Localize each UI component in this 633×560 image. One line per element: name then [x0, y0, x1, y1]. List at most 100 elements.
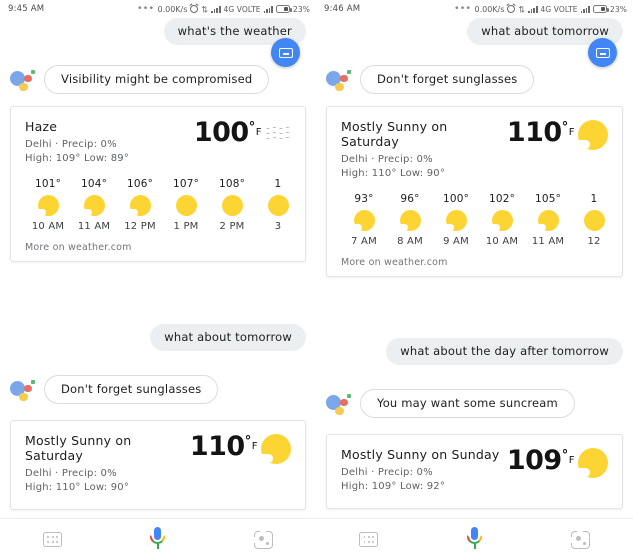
sun-cloud-icon: [442, 210, 467, 231]
temperature-value: 100: [193, 117, 249, 148]
temperature-value: 110: [189, 431, 245, 462]
hourly-item: 96° 8 AM: [387, 193, 433, 247]
sun-cloud-icon: [488, 210, 513, 231]
apps-icon: [43, 532, 63, 547]
hourly-label: 3: [274, 221, 282, 232]
network-type: 4G VOLTE: [540, 4, 578, 14]
status-bar: 9:46 AM ••• 0.00K/s ⇅ 4G VOLTE 23%: [316, 0, 633, 18]
hourly-label: 12 PM: [124, 221, 156, 232]
hourly-item: 107° 1 PM: [163, 178, 209, 232]
sun-cloud-icon: [350, 210, 375, 231]
assistant-reply-bubble: You may want some suncream: [360, 389, 575, 418]
degree-symbol: °: [561, 448, 569, 463]
network-type: 4G VOLTE: [223, 4, 261, 14]
weather-location-precip: Delhi · Precip: 0%: [341, 154, 433, 165]
weather-condition: Mostly Sunny on Saturday: [25, 433, 132, 463]
hourly-label: 11 AM: [531, 236, 565, 247]
temperature-unit: F: [251, 441, 258, 452]
weather-source-link[interactable]: More on weather.com: [25, 242, 291, 253]
weather-card[interactable]: Mostly Sunny on Saturday Delhi · Precip:…: [10, 420, 306, 510]
user-message-row: what about tomorrow: [326, 18, 623, 67]
panel-bottom-right: what about the day after tomorrow You ma…: [316, 310, 633, 560]
data-transfer-icon: ⇅: [518, 4, 526, 14]
weather-source-link[interactable]: More on weather.com: [341, 257, 608, 268]
weather-location-precip: Delhi · Precip: 0%: [341, 467, 433, 478]
hourly-temp: 106°: [126, 178, 154, 190]
weather-condition: Haze: [25, 119, 58, 134]
hourly-label: 10 AM: [485, 236, 519, 247]
screenshot-grid: 9:45 AM ••• 0.00K/s ⇅ 4G VOLTE 23% what'…: [0, 0, 633, 560]
haze-icon: [265, 120, 291, 142]
nav-mic-button[interactable]: [422, 526, 528, 553]
google-lens-icon: [252, 529, 273, 549]
bottom-navigation: [316, 518, 633, 560]
sun-icon: [221, 195, 243, 216]
alarm-icon: [507, 5, 516, 13]
alarm-icon: [190, 5, 199, 13]
hourly-label: 7 AM: [351, 236, 377, 247]
hourly-forecast: 93° 7 AM 96° 8 AM 100° 9 AM 102° 10 AM 1…: [341, 193, 608, 247]
hourly-temp: 1: [590, 193, 598, 205]
weather-condition: Mostly Sunny on Saturday: [341, 119, 448, 149]
weather-condition: Mostly Sunny on Sunday: [341, 447, 500, 462]
keyboard-icon: [595, 47, 610, 58]
degree-symbol: °: [248, 120, 256, 135]
keyboard-icon: [278, 47, 293, 58]
bottom-navigation: [0, 518, 316, 560]
battery-percent: 23%: [293, 4, 310, 14]
hourly-temp: 93°: [354, 193, 374, 205]
status-time: 9:45 AM: [8, 4, 45, 14]
battery-percent: 23%: [610, 4, 627, 14]
weather-card[interactable]: Mostly Sunny on Sunday Delhi · Precip: 0…: [326, 434, 623, 509]
nav-lens-button[interactable]: [527, 529, 633, 549]
weather-high-low: High: 110° Low: 90°: [341, 168, 446, 179]
hourly-temp: 105°: [534, 193, 562, 205]
weather-location-precip: Delhi · Precip: 0%: [25, 139, 117, 150]
degree-symbol: °: [244, 434, 252, 449]
network-speed: 0.00K/s: [474, 4, 505, 14]
hourly-forecast: 101° 10 AM 104° 11 AM 106° 12 PM 107° 1 …: [25, 178, 291, 232]
hourly-label: 8 AM: [397, 236, 423, 247]
weather-temperature: 109 ° F: [507, 447, 575, 476]
nav-lens-button[interactable]: [211, 529, 316, 549]
google-assistant-logo-icon: [10, 68, 36, 92]
user-query-bubble[interactable]: what about the day after tomorrow: [386, 338, 623, 365]
google-lens-icon: [569, 529, 590, 549]
nav-apps-button[interactable]: [0, 532, 105, 547]
signal-bars-2-icon: [580, 5, 591, 13]
conversation: what's the weather Visibility might be c…: [0, 18, 316, 94]
hourly-temp: 107°: [172, 178, 200, 190]
google-mic-icon: [467, 526, 482, 553]
panel-bottom-left: what about tomorrow Don't forget sunglas…: [0, 310, 316, 560]
hourly-item: 100° 9 AM: [433, 193, 479, 247]
weather-location-precip: Delhi · Precip: 0%: [25, 468, 117, 479]
user-query-bubble[interactable]: what about tomorrow: [150, 324, 306, 351]
hourly-temp: 1: [274, 178, 282, 190]
google-mic-icon: [150, 526, 166, 553]
google-assistant-logo-icon: [10, 378, 36, 402]
weather-temperature: 110 ° F: [507, 119, 575, 148]
signal-bars-2-icon: [263, 5, 274, 13]
nav-mic-button[interactable]: [105, 526, 210, 553]
conversation: what about the day after tomorrow You ma…: [316, 310, 633, 418]
hourly-item: 101° 10 AM: [25, 178, 71, 232]
sun-icon: [175, 195, 197, 216]
weather-temperature: 110 ° F: [189, 431, 258, 462]
weather-card[interactable]: Mostly Sunny on Saturday Delhi · Precip:…: [326, 106, 623, 277]
conversation: what about tomorrow Don't forget sunglas…: [0, 310, 316, 404]
weather-temperature: 100 ° F: [193, 117, 262, 148]
user-message-row: what about the day after tomorrow: [326, 338, 623, 365]
hourly-label: 10 AM: [31, 221, 65, 232]
hourly-temp: 102°: [488, 193, 516, 205]
temperature-unit: F: [568, 127, 575, 138]
weather-card[interactable]: Haze Delhi · Precip: 0% High: 109° Low: …: [10, 106, 306, 262]
google-assistant-logo-icon: [326, 68, 352, 92]
hourly-item: 93° 7 AM: [341, 193, 387, 247]
panel-top-right: 9:46 AM ••• 0.00K/s ⇅ 4G VOLTE 23% what …: [316, 0, 633, 310]
keyboard-button[interactable]: [588, 38, 617, 67]
keyboard-button[interactable]: [271, 38, 300, 67]
more-dots-icon: •••: [137, 4, 155, 14]
battery-icon: [276, 5, 292, 13]
nav-apps-button[interactable]: [316, 532, 422, 547]
status-time: 9:46 AM: [324, 4, 361, 14]
